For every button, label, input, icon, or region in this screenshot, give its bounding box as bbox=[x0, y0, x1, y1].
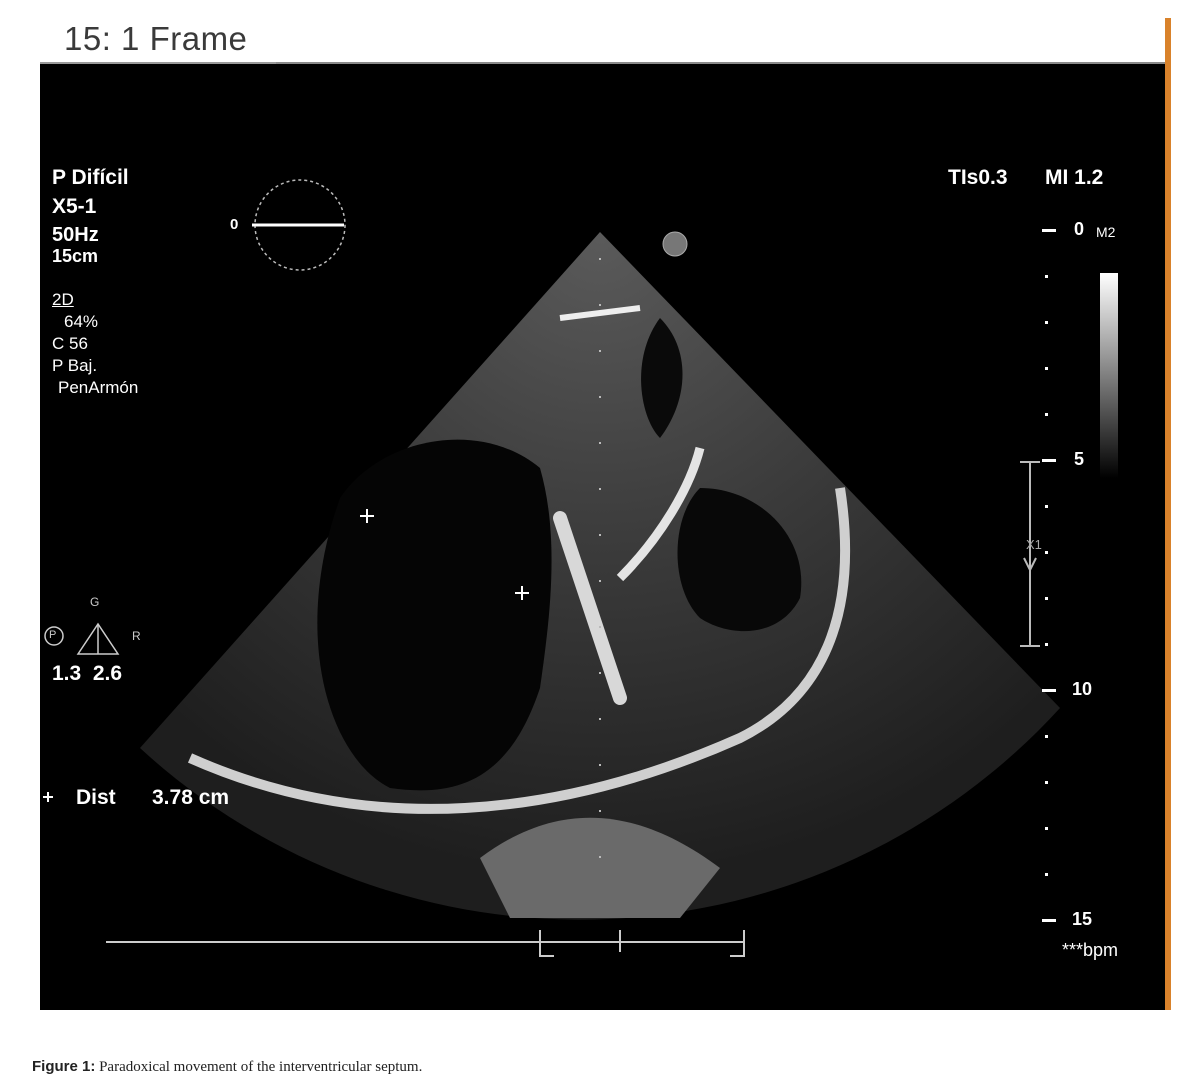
depth-label: 15cm bbox=[52, 246, 99, 266]
measure-caliper-icon bbox=[43, 792, 53, 802]
depth-tick-10: 10 bbox=[1072, 679, 1093, 699]
focus-zone-bracket bbox=[1020, 461, 1040, 647]
figure-caption: Figure 1: Paradoxical movement of the in… bbox=[32, 1058, 422, 1076]
depth-scale bbox=[1042, 229, 1056, 922]
frequency-label: 50Hz bbox=[52, 224, 99, 246]
ecg-time-bar bbox=[106, 930, 745, 957]
depth-tick-5: 5 bbox=[1074, 449, 1085, 469]
triangle-values: 1.3 2.6 bbox=[52, 662, 123, 685]
depth-tick-0: 0 bbox=[1074, 219, 1085, 239]
figure-caption-label: Figure 1: bbox=[32, 1058, 96, 1075]
focus-label: X1 bbox=[1026, 537, 1042, 552]
mi-label: MI 1.2 bbox=[1045, 166, 1104, 189]
compression-label: C 56 bbox=[52, 334, 88, 353]
left-ventricle-cavity bbox=[317, 439, 552, 791]
preset-label: P Difícil bbox=[52, 166, 129, 189]
frame-tab[interactable]: 15: 1 Frame bbox=[40, 18, 278, 64]
tis-label: TIs0.3 bbox=[948, 166, 1008, 189]
mode-label: 2D bbox=[52, 290, 74, 309]
figure-caption-text: Paradoxical movement of the interventric… bbox=[99, 1059, 423, 1075]
power-label: P Baj. bbox=[52, 356, 98, 375]
harmonic-label: PenArmón bbox=[58, 378, 139, 397]
measure-value: 3.78 cm bbox=[152, 786, 230, 809]
ultrasound-viewer: 15: 1 Frame P Difícil X5-1 50Hz 15cm 2D … bbox=[40, 18, 1168, 1010]
triangle-left-label: P bbox=[49, 629, 57, 641]
measure-label: Dist bbox=[76, 786, 116, 809]
triangle-top-label: G bbox=[90, 595, 100, 609]
frame-tab-title: 15: 1 Frame bbox=[64, 20, 248, 57]
ultrasound-sector bbox=[140, 232, 1060, 920]
gain-label: 64% bbox=[64, 312, 99, 331]
window-titlebar bbox=[276, 18, 1168, 64]
probe-marker-icon bbox=[662, 231, 688, 257]
depth-tick-15: 15 bbox=[1072, 909, 1093, 929]
scale-unit-label: M2 bbox=[1096, 224, 1116, 240]
orientation-label: 0 bbox=[230, 216, 239, 233]
triangle-right-label: R bbox=[132, 629, 141, 643]
window-edge-accent bbox=[1165, 18, 1171, 1010]
probe-label: X5-1 bbox=[52, 195, 97, 218]
grayscale-bar bbox=[1100, 273, 1118, 478]
heart-rate-label: ***bpm bbox=[1062, 940, 1119, 960]
